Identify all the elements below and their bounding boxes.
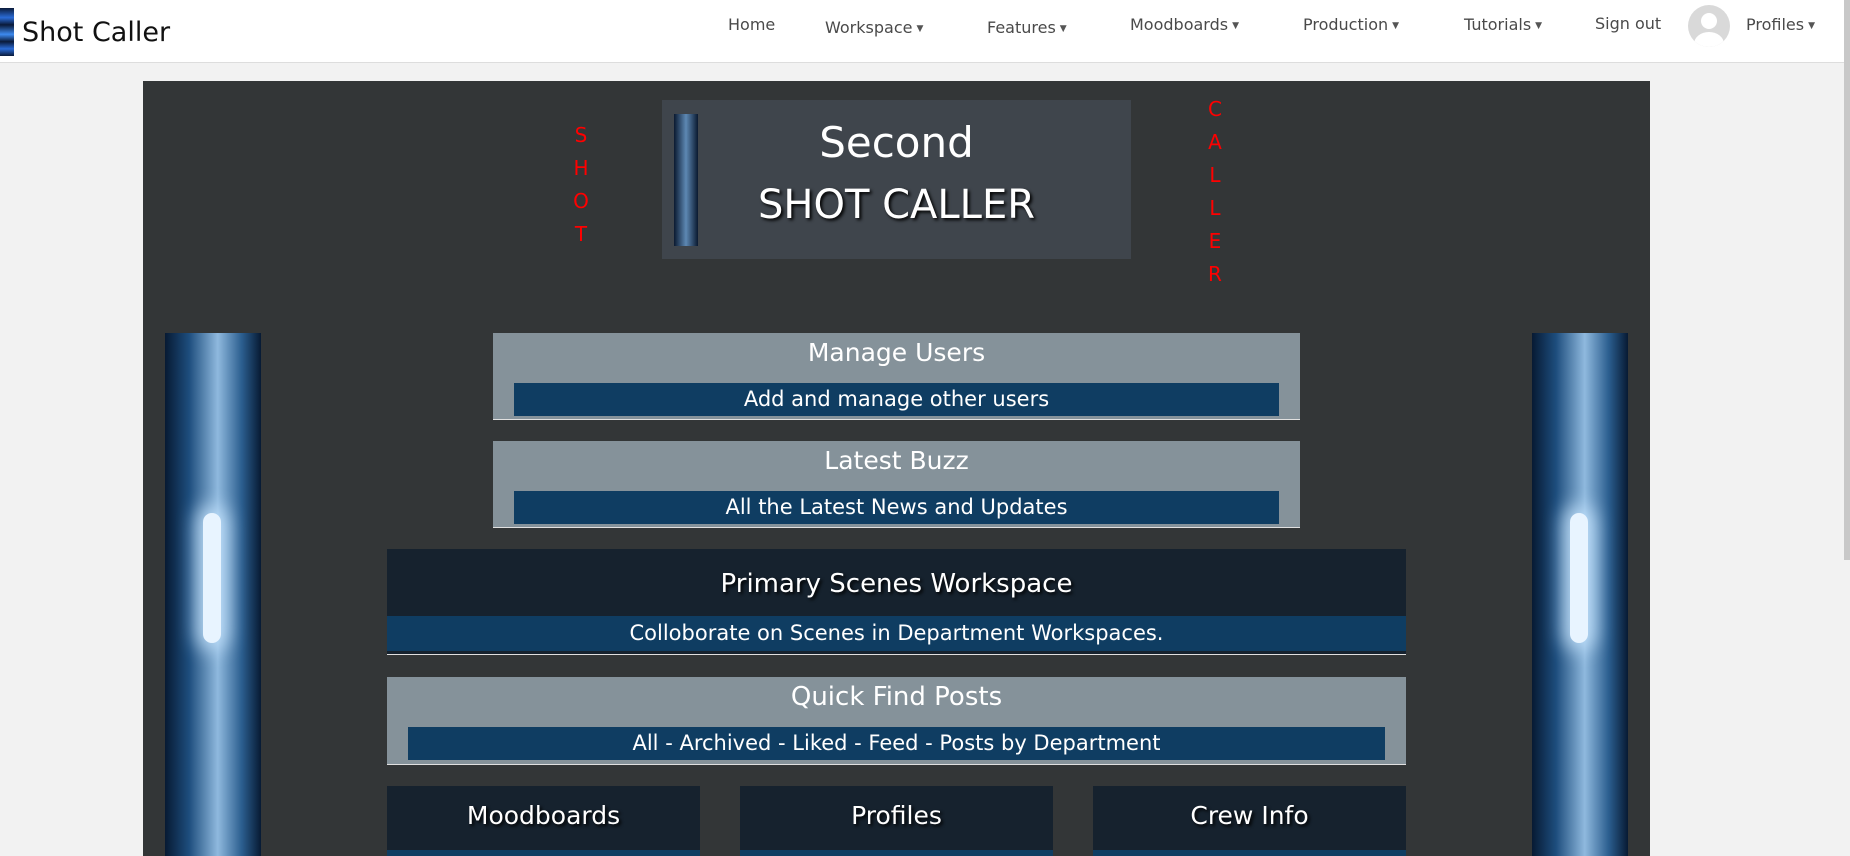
caret-down-icon: ▼ bbox=[1535, 20, 1543, 31]
letter: A bbox=[1208, 130, 1222, 154]
hero-title-line1: Second bbox=[819, 118, 974, 167]
caret-down-icon: ▼ bbox=[1232, 20, 1239, 31]
light-glow bbox=[1570, 513, 1588, 643]
letter: E bbox=[1208, 229, 1222, 253]
caret-down-icon: ▼ bbox=[1392, 20, 1400, 31]
primary-scenes-title: Primary Scenes Workspace bbox=[720, 569, 1073, 599]
nav-workspace-dropdown[interactable]: Workspace ▼ bbox=[825, 18, 923, 37]
nav-moodboards-label: Moodboards bbox=[1130, 15, 1229, 34]
avatar-shoulders bbox=[1694, 32, 1724, 47]
letter: L bbox=[1209, 196, 1221, 220]
quick-find-title: Quick Find Posts bbox=[790, 682, 1003, 712]
tile-bar bbox=[740, 850, 1053, 856]
letter: O bbox=[573, 189, 589, 213]
page-scrollbar[interactable] bbox=[1844, 0, 1850, 560]
avatar[interactable] bbox=[1688, 5, 1730, 47]
profiles-tile[interactable]: Profiles bbox=[740, 786, 1053, 856]
letter: L bbox=[1209, 163, 1221, 187]
brand-logo-icon bbox=[0, 8, 14, 56]
caller-vertical-text: C A L L E R bbox=[1205, 93, 1225, 291]
manage-users-subtitle: Add and manage other users bbox=[514, 383, 1279, 416]
letter: C bbox=[1208, 97, 1222, 121]
primary-scenes-card[interactable]: Primary Scenes Workspace Colloborate on … bbox=[387, 549, 1406, 655]
manage-users-title: Manage Users bbox=[807, 338, 986, 367]
letter: H bbox=[573, 156, 589, 180]
brand[interactable]: Shot Caller bbox=[0, 8, 170, 56]
primary-scenes-subtitle: Colloborate on Scenes in Department Work… bbox=[387, 616, 1406, 651]
main-panel: S H O T Second SHOT CALLER C A L L E R M… bbox=[143, 81, 1650, 856]
nav-tutorials-dropdown[interactable]: Tutorials ▼ bbox=[1464, 15, 1542, 34]
latest-buzz-title: Latest Buzz bbox=[824, 446, 969, 475]
tile-bar bbox=[387, 850, 700, 856]
tile-bar bbox=[1093, 850, 1406, 856]
moodboards-tile-title: Moodboards bbox=[466, 801, 621, 830]
quick-find-card[interactable]: Quick Find Posts All - Archived - Liked … bbox=[387, 677, 1406, 765]
latest-buzz-card[interactable]: Latest Buzz All the Latest News and Upda… bbox=[493, 441, 1300, 528]
letter: R bbox=[1208, 262, 1222, 286]
left-side-image bbox=[165, 333, 261, 856]
caret-down-icon: ▼ bbox=[916, 23, 924, 34]
top-navbar: Shot Caller Home Workspace ▼ Features ▼ Mo… bbox=[0, 0, 1850, 63]
latest-buzz-subtitle: All the Latest News and Updates bbox=[514, 491, 1279, 524]
nav-features-dropdown[interactable]: Features ▼ bbox=[987, 18, 1067, 37]
nav-sign-out[interactable]: Sign out bbox=[1595, 14, 1661, 33]
crew-info-tile-title: Crew Info bbox=[1190, 801, 1309, 830]
hero-header: Second SHOT CALLER bbox=[662, 100, 1131, 259]
nav-profiles-label: Profiles bbox=[1746, 15, 1805, 34]
brand-name: Shot Caller bbox=[22, 16, 171, 48]
nav-features-label: Features bbox=[987, 18, 1056, 37]
nav-home[interactable]: Home bbox=[728, 15, 775, 34]
nav-workspace-label: Workspace bbox=[825, 18, 913, 37]
caret-down-icon: ▼ bbox=[1808, 20, 1816, 31]
right-side-image bbox=[1532, 333, 1628, 856]
nav-production-dropdown[interactable]: Production ▼ bbox=[1303, 15, 1399, 34]
nav-moodboards-dropdown[interactable]: Moodboards ▼ bbox=[1130, 15, 1239, 34]
profiles-tile-title: Profiles bbox=[851, 801, 942, 830]
nav-production-label: Production bbox=[1303, 15, 1389, 34]
shot-vertical-text: S H O T bbox=[571, 119, 591, 251]
nav-tutorials-label: Tutorials bbox=[1464, 15, 1532, 34]
hero-title-line2: SHOT CALLER bbox=[757, 182, 1036, 228]
caret-down-icon: ▼ bbox=[1059, 23, 1067, 34]
moodboards-tile[interactable]: Moodboards bbox=[387, 786, 700, 856]
nav-profiles-dropdown[interactable]: Profiles ▼ bbox=[1746, 15, 1815, 34]
crew-info-tile[interactable]: Crew Info bbox=[1093, 786, 1406, 856]
letter: S bbox=[574, 123, 588, 147]
quick-find-subtitle: All - Archived - Liked - Feed - Posts by… bbox=[408, 727, 1385, 760]
nav-home-label: Home bbox=[728, 15, 776, 34]
manage-users-card[interactable]: Manage Users Add and manage other users bbox=[493, 333, 1300, 420]
light-glow bbox=[203, 513, 221, 643]
avatar-head bbox=[1701, 13, 1717, 29]
letter: T bbox=[574, 222, 588, 246]
nav-sign-out-label: Sign out bbox=[1595, 14, 1662, 33]
